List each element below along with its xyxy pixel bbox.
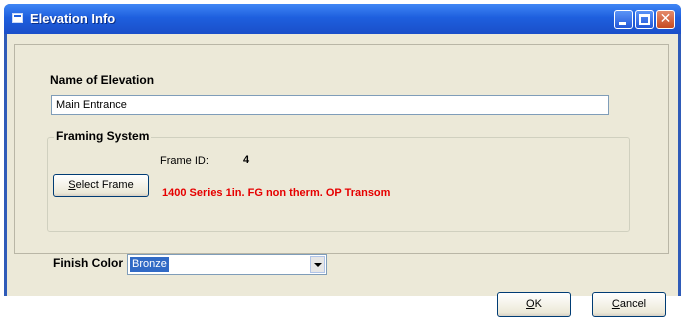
- close-icon: ✕: [659, 11, 672, 27]
- frame-id-value: 4: [243, 154, 250, 166]
- frame-id-label: Frame ID:: [160, 155, 209, 167]
- select-frame-button-label-first: S: [68, 179, 76, 191]
- ok-button[interactable]: OK: [497, 292, 571, 317]
- dialog-client-area: Name of Elevation Main Entrance Framing …: [7, 34, 678, 317]
- framing-system-label: Framing System: [54, 129, 152, 143]
- title-bar[interactable]: Elevation Info ✕: [4, 4, 681, 34]
- finish-color-select[interactable]: Bronze: [127, 254, 327, 275]
- frame-description: 1400 Series 1in. FG non therm. OP Transo…: [162, 187, 391, 199]
- minimize-button[interactable]: [614, 10, 633, 29]
- window-app-icon: [12, 13, 23, 23]
- elevation-info-window: Elevation Info ✕ Name of Elevation Main …: [4, 4, 681, 317]
- close-button[interactable]: ✕: [656, 10, 675, 29]
- maximize-button[interactable]: [635, 10, 654, 29]
- select-frame-button[interactable]: Select Frame: [53, 174, 149, 197]
- finish-color-label: Finish Color: [53, 256, 123, 270]
- name-of-elevation-label: Name of Elevation: [50, 73, 155, 87]
- select-frame-button-label-rest: elect Frame: [75, 179, 134, 191]
- window-title: Elevation Info: [30, 11, 116, 26]
- cancel-button[interactable]: Cancel: [592, 292, 666, 317]
- finish-color-selected-value: Bronze: [130, 257, 169, 272]
- dropdown-arrow-icon[interactable]: [310, 256, 325, 273]
- elevation-name-input[interactable]: Main Entrance: [51, 95, 609, 115]
